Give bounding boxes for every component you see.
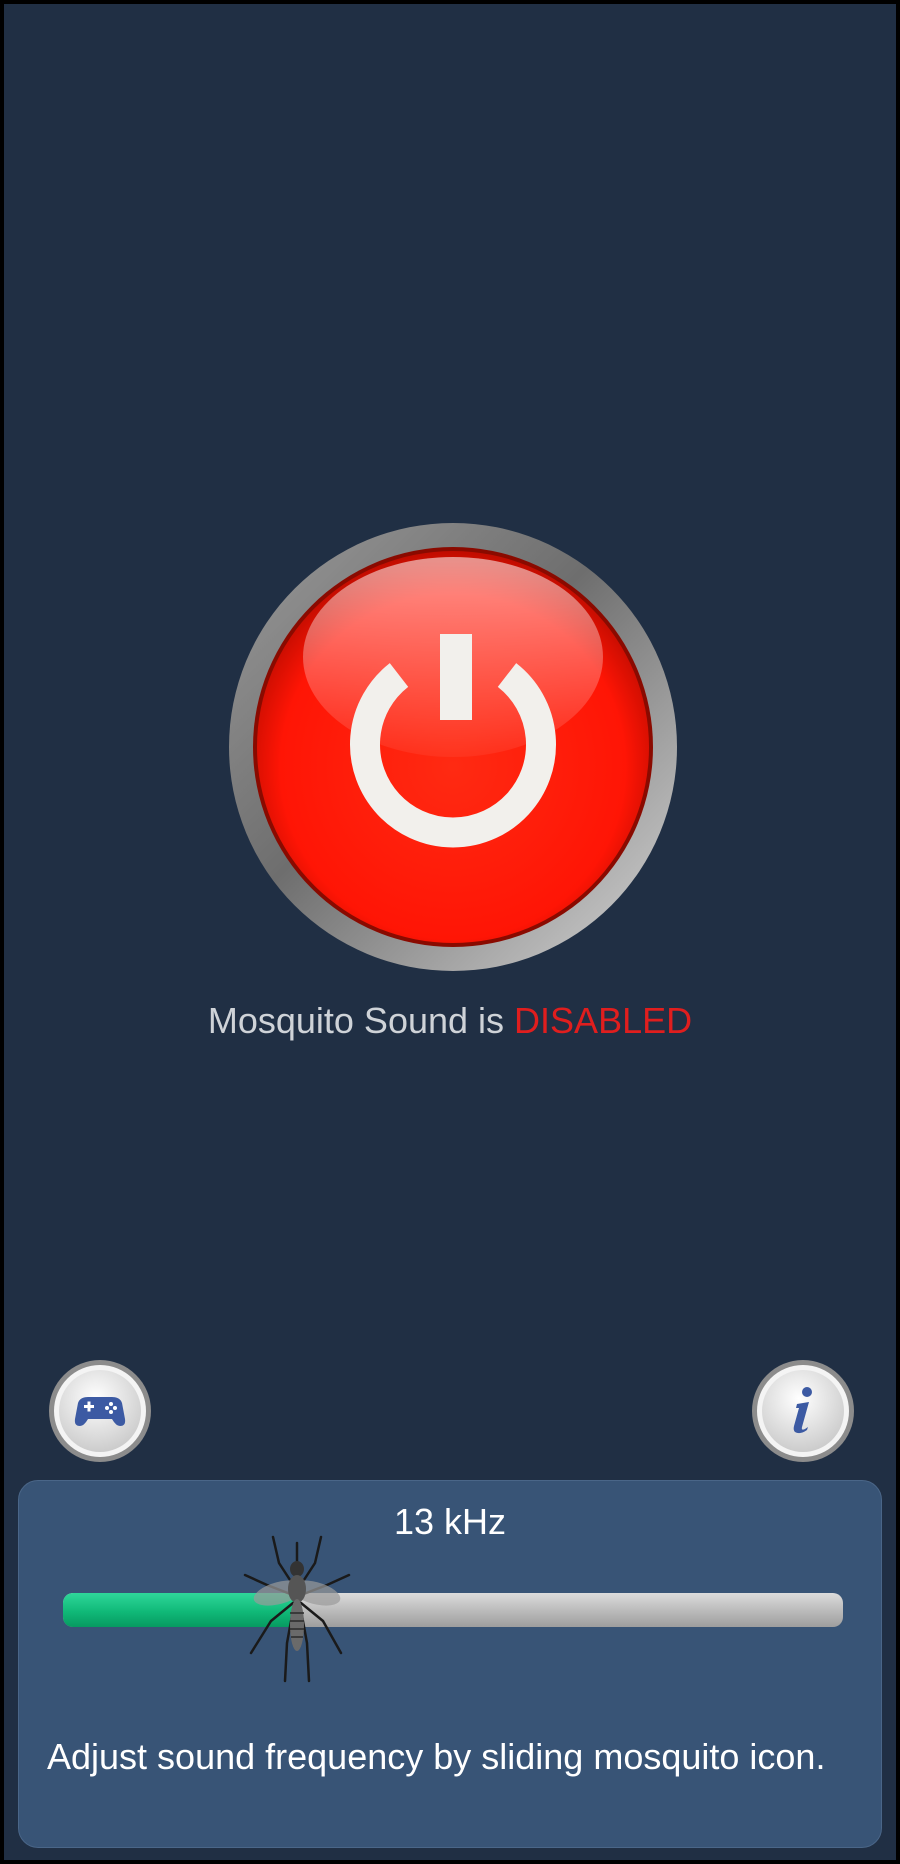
- power-icon: [229, 523, 677, 971]
- frequency-label: 13 kHz: [393, 1501, 507, 1542]
- info-icon: [752, 1360, 854, 1462]
- frequency-slider[interactable]: [63, 1535, 843, 1683]
- app-screen: Mosquito Sound is DISABLED 13 kHz Adjust…: [4, 4, 896, 1860]
- slider-hint: Adjust sound frequency by sliding mosqui…: [47, 1736, 826, 1777]
- status-state: DISABLED: [514, 1000, 693, 1041]
- gamepad-icon: [49, 1360, 151, 1462]
- info-button[interactable]: [751, 1359, 855, 1463]
- frequency-panel: 13 kHz Adjust sound frequency by sliding…: [18, 1480, 882, 1848]
- status-line: Mosquito Sound is DISABLED: [4, 1000, 896, 1042]
- status-prefix: Mosquito Sound is: [207, 1000, 505, 1041]
- power-button[interactable]: [228, 522, 678, 972]
- games-button[interactable]: [48, 1359, 152, 1463]
- mosquito-icon[interactable]: [237, 1533, 357, 1683]
